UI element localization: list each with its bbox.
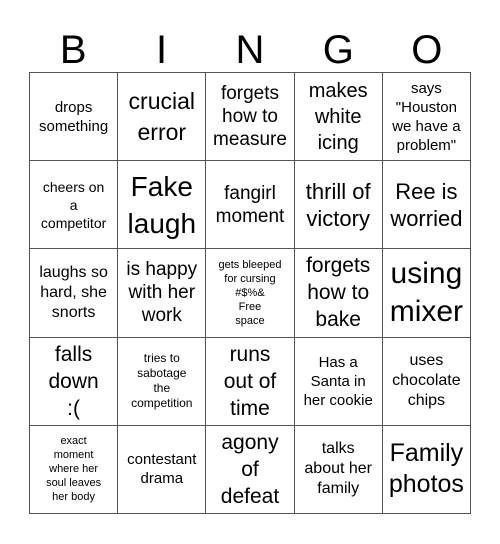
cell-text: is happy with her work bbox=[126, 259, 198, 327]
bingo-cell[interactable]: says "Houston we have a problem" bbox=[382, 73, 471, 162]
cell-text: Fake laugh bbox=[127, 170, 197, 239]
header-letter-n: N bbox=[235, 28, 265, 72]
header-letter-g: G bbox=[322, 28, 354, 72]
cell-text: talks about her family bbox=[304, 440, 372, 498]
cell-text: crucial error bbox=[128, 87, 196, 145]
bingo-cell[interactable]: makes white icing bbox=[294, 73, 383, 162]
bingo-cell[interactable]: talks about her family bbox=[294, 425, 383, 514]
bingo-cell[interactable]: crucial error bbox=[118, 73, 207, 162]
bingo-cell[interactable]: forgets how to bake bbox=[294, 249, 383, 338]
cell-text: runs out of time bbox=[223, 342, 277, 420]
header-letter-o: O bbox=[411, 28, 443, 72]
cell-text: makes white icing bbox=[308, 79, 368, 154]
bingo-cell[interactable]: uses chocolate chips bbox=[382, 337, 471, 426]
bingo-cell[interactable]: tries to sabotage the competition bbox=[118, 337, 207, 426]
cell-text: contestant drama bbox=[127, 451, 197, 488]
cell-text: drops something bbox=[38, 98, 109, 135]
bingo-cell[interactable]: Ree is worried bbox=[382, 161, 471, 250]
cell-text: laughs so hard, she snorts bbox=[39, 263, 108, 321]
cell-text: falls down :( bbox=[48, 342, 99, 420]
bingo-cell[interactable]: drops something bbox=[30, 73, 119, 162]
bingo-cell[interactable]: forgets how to measure bbox=[206, 73, 295, 162]
cell-text: says "Houston we have a problem" bbox=[392, 79, 461, 154]
bingo-cell[interactable]: runs out of time bbox=[206, 337, 295, 426]
cell-text: using mixer bbox=[389, 256, 464, 328]
bingo-cell free-space[interactable]: gets bleeped for cursing #$%& Free space bbox=[206, 249, 295, 338]
cell-text: exact moment where her soul leaves her b… bbox=[46, 435, 102, 504]
bingo-cell[interactable]: thrill of victory bbox=[294, 161, 383, 250]
bingo-cell[interactable]: using mixer bbox=[382, 249, 471, 338]
cell-text: Family photos bbox=[388, 439, 464, 499]
bingo-cell[interactable]: exact moment where her soul leaves her b… bbox=[30, 425, 119, 514]
cell-text: thrill of victory bbox=[305, 178, 371, 231]
bingo-cell[interactable]: Family photos bbox=[382, 425, 471, 514]
bingo-cell[interactable]: cheers on a competitor bbox=[30, 161, 119, 250]
cell-text: uses chocolate chips bbox=[392, 352, 461, 410]
cell-text: gets bleeped for cursing #$%& Free space bbox=[218, 258, 282, 327]
cell-text: tries to sabotage the competition bbox=[131, 351, 193, 411]
cell-text: forgets how to bake bbox=[306, 254, 371, 332]
bingo-cell[interactable]: Fake laugh bbox=[118, 161, 207, 250]
bingo-cell[interactable]: falls down :( bbox=[30, 337, 119, 426]
header-letter-b: B bbox=[59, 28, 87, 72]
bingo-cell[interactable]: is happy with her work bbox=[118, 249, 207, 338]
bingo-cell[interactable]: laughs so hard, she snorts bbox=[30, 249, 119, 338]
bingo-cell[interactable]: Has a Santa in her cookie bbox=[294, 337, 383, 426]
bingo-cell[interactable]: agony of defeat bbox=[206, 425, 295, 514]
bingo-grid: drops something crucial error forgets ho… bbox=[29, 72, 471, 514]
cell-text: fangirl moment bbox=[215, 182, 285, 227]
bingo-header: B I N G O bbox=[29, 28, 471, 72]
cell-text: cheers on a competitor bbox=[40, 178, 107, 231]
cell-text: Has a Santa in her cookie bbox=[303, 353, 373, 409]
bingo-cell[interactable]: fangirl moment bbox=[206, 161, 295, 250]
cell-text: Ree is worried bbox=[390, 178, 463, 231]
bingo-cell[interactable]: contestant drama bbox=[118, 425, 207, 514]
header-letter-i: I bbox=[156, 28, 168, 72]
cell-text: forgets how to measure bbox=[213, 83, 287, 151]
cell-text: agony of defeat bbox=[220, 430, 280, 508]
